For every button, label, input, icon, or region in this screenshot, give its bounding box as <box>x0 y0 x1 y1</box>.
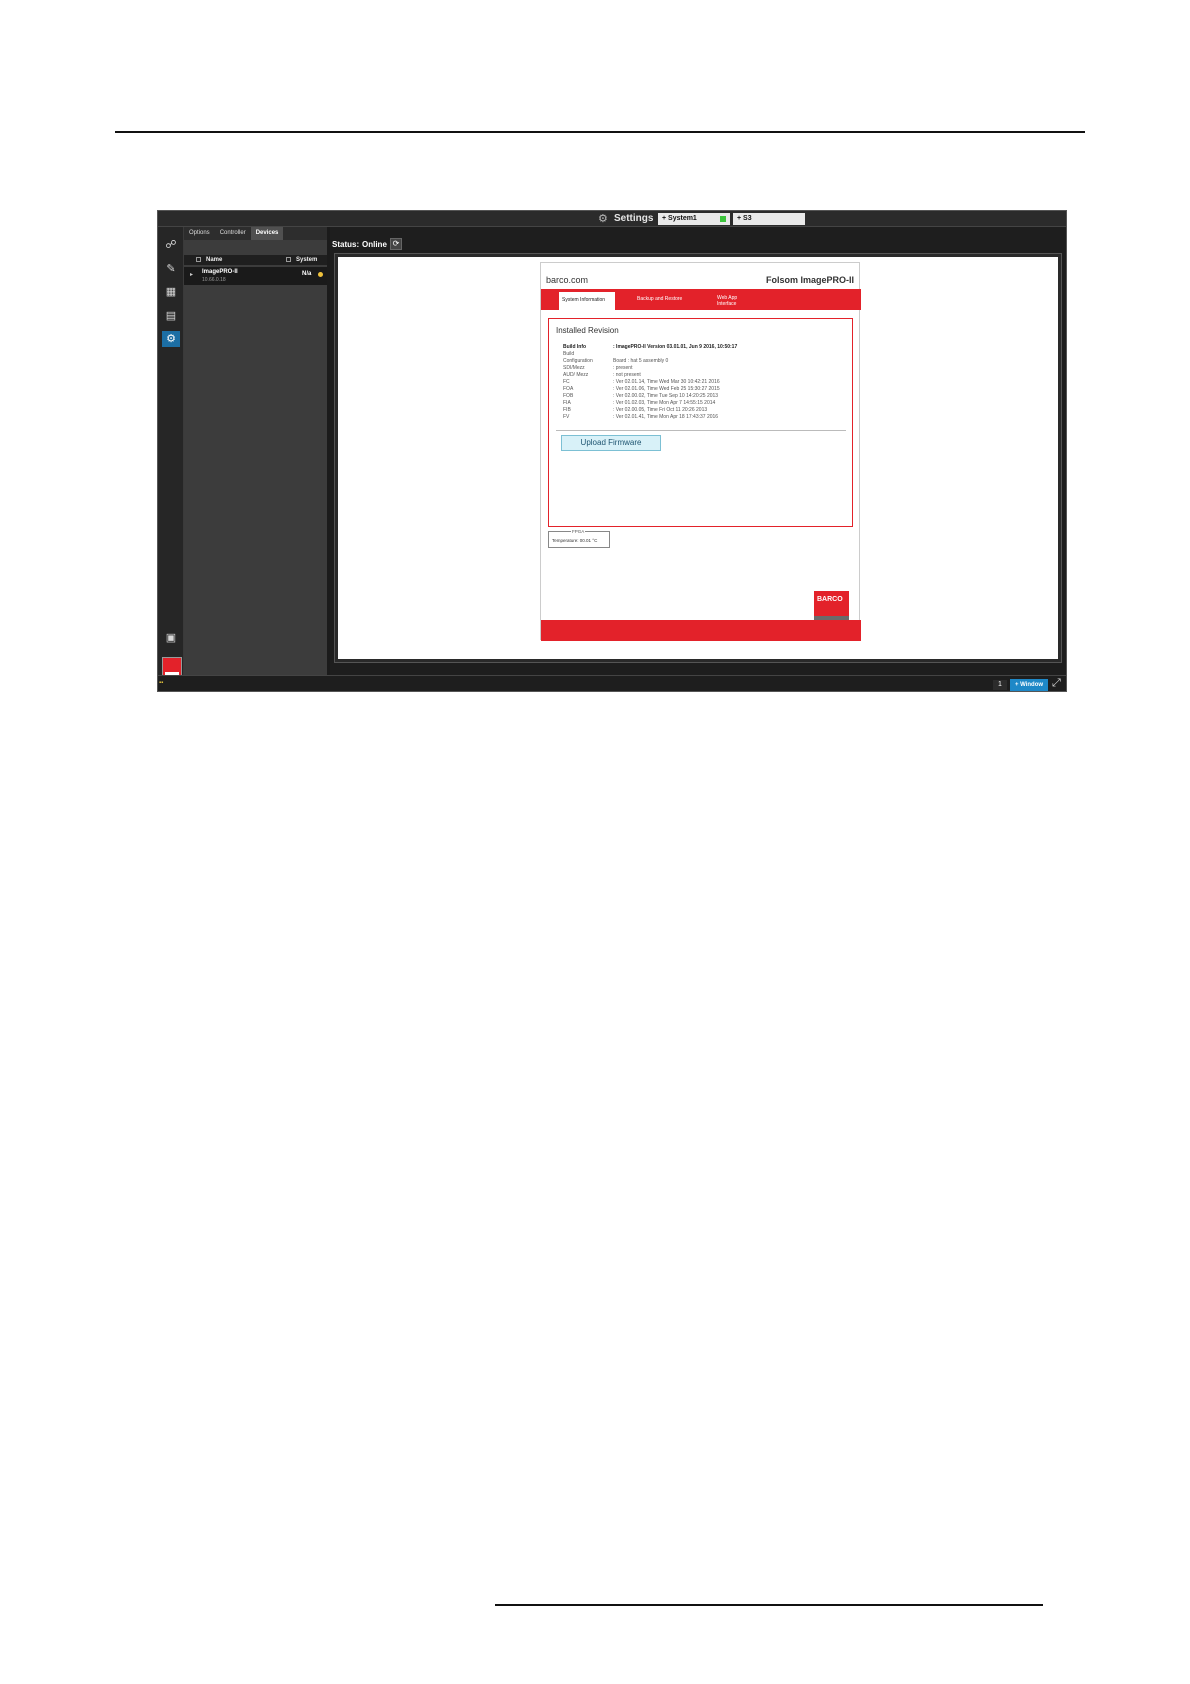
fullscreen-icon[interactable]: ⤢ <box>1052 677 1061 690</box>
save-icon[interactable]: ▣ <box>162 630 180 646</box>
tab-controller[interactable]: Controller <box>215 227 251 240</box>
device-list-header: Name System <box>184 255 327 265</box>
tab-options[interactable]: Options <box>184 227 215 240</box>
sort-name-icon[interactable] <box>196 257 201 262</box>
revision-info-key: FOA <box>563 386 574 392</box>
device-status-led-icon <box>318 272 323 277</box>
system-tab-label: + System1 <box>662 215 697 222</box>
product-name: Folsom ImagePRO-II <box>765 275 854 285</box>
expand-arrow-icon[interactable]: ▸ <box>190 271 193 278</box>
bottom-bar: ▪▪ 1 + Window ⤢ <box>158 675 1066 691</box>
page-number[interactable]: 1 <box>993 680 1007 690</box>
device-panel: Options Controller Devices Name System ▸… <box>184 227 327 675</box>
web-viewer-canvas: barco.com Folsom ImagePRO-II System Info… <box>338 257 1058 659</box>
window-title: Settings <box>614 213 654 224</box>
revision-info-key: AUD/ Mezz <box>563 372 589 378</box>
tab-system-information[interactable]: System Information <box>559 292 615 310</box>
revision-info-row: SDI/Mezz : present <box>563 365 843 372</box>
system-tab-label: + S3 <box>737 215 752 222</box>
upload-firmware-button[interactable]: Upload Firmware <box>561 435 661 451</box>
status-value: Online <box>362 240 387 249</box>
logo-text: BARCO <box>817 596 843 603</box>
device-panel-tabs: Options Controller Devices <box>184 227 327 240</box>
revision-info-value: : Ver 02.00.02, Time Tue Sep 10 14:20:25… <box>613 393 719 399</box>
refresh-icon[interactable]: ⟳ <box>390 238 402 250</box>
app-window: ⚙ Settings + System1 + S3 ☍ ✎ ▦ ▤ ⚙ ▣ Op… <box>157 210 1067 692</box>
installed-revision-panel: Installed Revision Build Info : ImagePRO-… <box>548 318 853 527</box>
barco-brand-icon <box>162 657 182 677</box>
revision-info-row: Configuration Board : hat 5 assembly 0 <box>563 358 843 365</box>
revision-info-key: FIA <box>563 400 571 406</box>
revision-info-list: Build Info : ImagePRO-II Version 03.01.01… <box>563 344 843 421</box>
device-system-value: N/a <box>302 271 312 277</box>
revision-info-key: SDI/Mezz <box>563 365 585 371</box>
revision-info-value: : Ver 02.00.05, Time Fri Oct 11 20:26 20… <box>613 407 708 413</box>
site-name[interactable]: barco.com <box>546 275 588 285</box>
revision-info-row: Build <box>563 351 843 358</box>
revision-info-key: Build <box>563 351 575 357</box>
revision-info-value: : present <box>613 365 633 371</box>
section-title: Installed Revision <box>556 326 619 335</box>
revision-info-value: : Ver 02.01.41, Time Mon Apr 18 17:43:37… <box>613 414 719 420</box>
revision-info-row: Build Info : ImagePRO-II Version 03.01.01… <box>563 344 843 351</box>
revision-info-value: : Ver 01.02.03, Time Mon Apr 7 14:55:15 … <box>613 400 716 406</box>
icon-rail: ☍ ✎ ▦ ▤ ⚙ ▣ <box>158 227 184 677</box>
revision-info-value: Board : hat 5 assembly 0 <box>613 358 669 364</box>
device-row[interactable]: ▸ ImagePRO-II 10.66.0.18 N/a <box>184 267 327 285</box>
revision-info-value: : Ver 02.01.06, Time Wed Feb 25 15:30:27… <box>613 386 720 392</box>
page-header-rule <box>115 131 1085 133</box>
edit-icon[interactable]: ✎ <box>162 261 180 277</box>
revision-info-row: FC : Ver 02.01.14, Time Wed Mar 30 10:42:… <box>563 379 843 386</box>
revision-info-key: FC <box>563 379 570 385</box>
revision-info-key: Build Info <box>563 344 587 350</box>
tab-devices[interactable]: Devices <box>250 227 284 240</box>
device-name: ImagePRO-II <box>202 269 238 275</box>
web-viewer: barco.com Folsom ImagePRO-II System Info… <box>334 253 1062 663</box>
tab-web-app-interface[interactable]: Web App Interface <box>717 295 757 307</box>
settings-gear-icon: ⚙ <box>598 213 608 225</box>
device-web-page: barco.com Folsom ImagePRO-II System Info… <box>540 262 861 641</box>
revision-info-value: : ImagePRO-II Version 03.01.01, Jun 9 20… <box>613 344 738 350</box>
web-footer-bar <box>541 620 861 641</box>
revision-info-row: FOB : Ver 02.00.02, Time Tue Sep 10 14:20… <box>563 393 843 400</box>
temperature-value: Temperature: 00.01 °C <box>552 538 598 543</box>
corner-handle-icon[interactable]: ▪▪ <box>159 680 167 688</box>
main-area: Status: Online ⟳ barco.com Folsom ImageP… <box>330 227 1066 675</box>
page-footer-rule <box>495 1604 1043 1606</box>
temperature-group-label: FPGA <box>571 529 586 534</box>
system-tab-system1[interactable]: + System1 <box>658 213 730 225</box>
revision-info-row: FV : Ver 02.01.41, Time Mon Apr 18 17:43:… <box>563 414 843 421</box>
revision-info-row: FOA : Ver 02.01.06, Time Wed Feb 25 15:30… <box>563 386 843 393</box>
sort-system-icon[interactable] <box>286 257 291 262</box>
divider <box>556 430 846 431</box>
revision-info-value: : Ver 02.01.14, Time Wed Mar 30 10:42:21… <box>613 379 720 385</box>
revision-info-key: FV <box>563 414 570 420</box>
status-dot-icon <box>720 216 726 222</box>
column-system[interactable]: System <box>296 257 317 263</box>
web-nav-bar: System Information Backup and Restore We… <box>541 289 861 310</box>
device-ip: 10.66.0.18 <box>202 277 226 283</box>
grid-icon[interactable]: ▦ <box>162 284 180 300</box>
revision-info-row: AUD/ Mezz : not present <box>563 372 843 379</box>
add-window-button[interactable]: + Window <box>1010 679 1048 691</box>
revision-info-key: FOB <box>563 393 574 399</box>
tab-backup-restore[interactable]: Backup and Restore <box>637 296 682 302</box>
network-icon[interactable]: ☍ <box>162 237 180 253</box>
status-label: Status: <box>332 240 360 249</box>
revision-info-key: Configuration <box>563 358 593 364</box>
temperature-box: FPGA Temperature: 00.01 °C <box>548 529 610 548</box>
column-name[interactable]: Name <box>206 257 222 263</box>
monitor-icon[interactable]: ▤ <box>162 308 180 324</box>
revision-info-row: FIB : Ver 02.00.05, Time Fri Oct 11 20:26… <box>563 407 843 414</box>
revision-info-row: FIA : Ver 01.02.03, Time Mon Apr 7 14:55:… <box>563 400 843 407</box>
revision-info-value: : not present <box>613 372 641 378</box>
title-bar: ⚙ Settings + System1 + S3 <box>158 211 1066 227</box>
system-tab-s3[interactable]: + S3 <box>733 213 805 225</box>
gear-icon[interactable]: ⚙ <box>162 331 180 347</box>
revision-info-key: FIB <box>563 407 571 413</box>
